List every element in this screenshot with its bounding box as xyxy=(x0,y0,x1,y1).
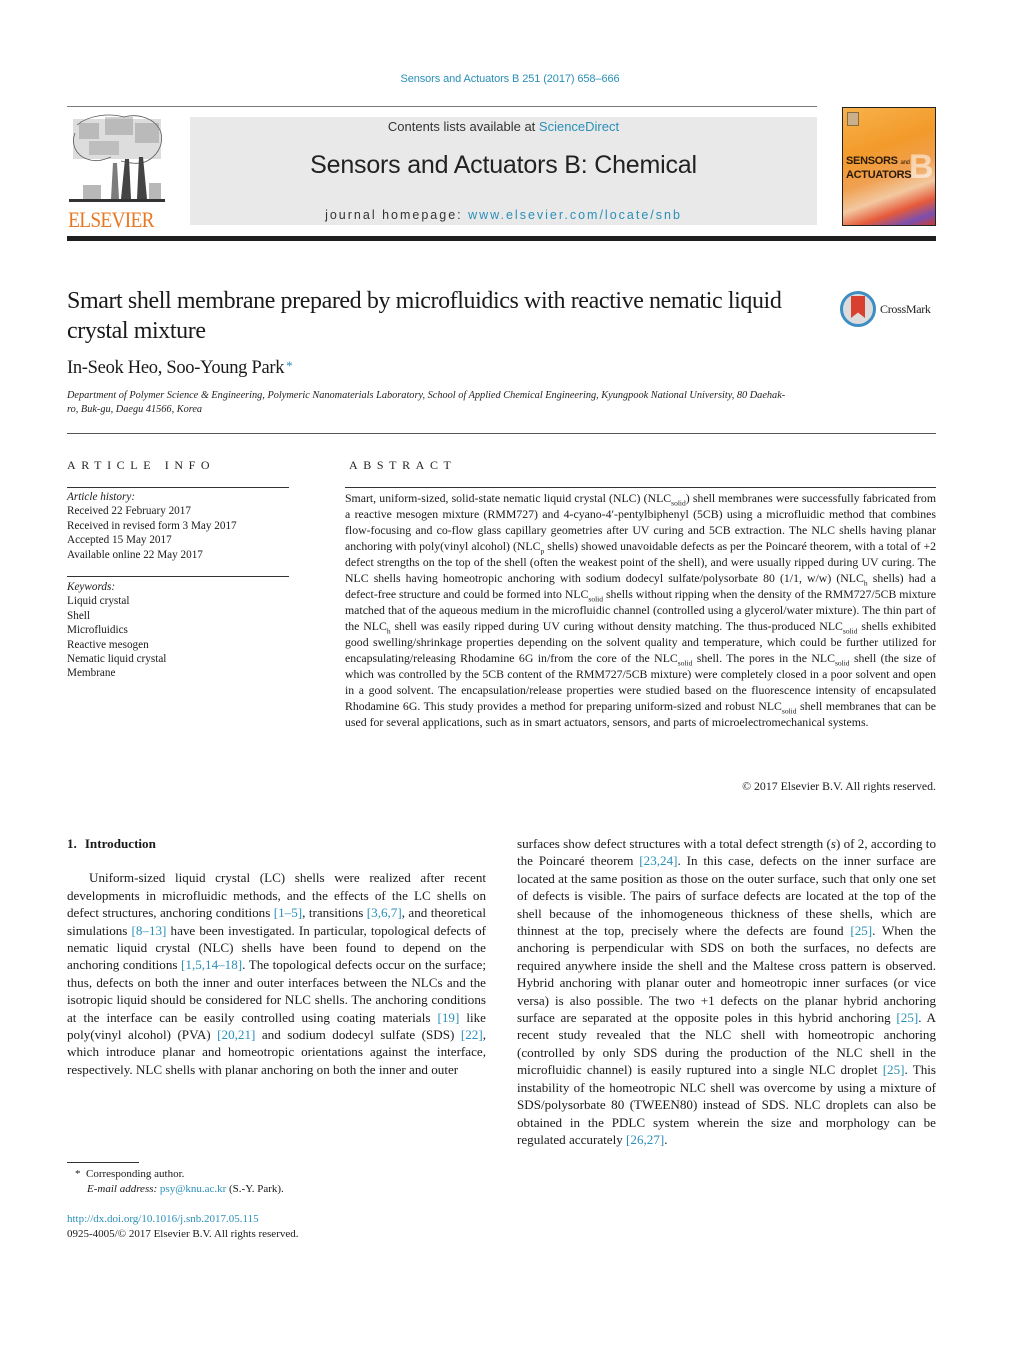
keywords-divider xyxy=(67,576,289,577)
citation-link[interactable]: [3,6,7] xyxy=(367,905,402,920)
citation-link[interactable]: [22] xyxy=(461,1027,483,1042)
abstract-segment: shell. The pores in the NLC xyxy=(692,651,835,665)
abstract-subscript: solid xyxy=(677,658,693,668)
text-run: . xyxy=(664,1131,668,1147)
footnote-marker: * xyxy=(75,1168,81,1180)
authors-text: In-Seok Heo, Soo-Young Park xyxy=(67,358,285,378)
journal-homepage-link[interactable]: www.elsevier.com/locate/snb xyxy=(468,208,682,222)
contents-prefix: Contents lists available at xyxy=(387,119,539,134)
paper-title: Smart shell membrane prepared by microfl… xyxy=(67,288,782,344)
citation-link[interactable]: [1–5] xyxy=(274,905,302,920)
top-divider xyxy=(67,106,817,107)
cover-title-line2: ACTUATORS xyxy=(846,169,912,181)
doi-link[interactable]: http://dx.doi.org/10.1016/j.snb.2017.05.… xyxy=(67,1212,299,1227)
keywords-label: Keywords: xyxy=(67,581,116,593)
section-number: 1. xyxy=(67,836,77,851)
citation-link[interactable]: [8–13] xyxy=(132,923,167,938)
article-info-divider xyxy=(67,487,289,488)
crossmark-label: CrossMark xyxy=(880,302,931,316)
abstract-subscript: solid xyxy=(834,658,850,668)
abstract-subscript: solid xyxy=(781,706,797,716)
abstract-subscript: solid xyxy=(588,594,604,604)
author-list: In-Seok Heo, Soo-Young Park * xyxy=(67,358,293,379)
history-item: Received 22 February 2017 xyxy=(67,505,191,518)
corresponding-author-note: * Corresponding author. xyxy=(67,1167,467,1182)
corresponding-author-marker-link[interactable]: * xyxy=(286,358,293,373)
journal-reference-text[interactable]: Sensors and Actuators B 251 (2017) 658–6… xyxy=(400,73,619,85)
doi-block: http://dx.doi.org/10.1016/j.snb.2017.05.… xyxy=(67,1212,299,1242)
corresponding-author-label: Corresponding author. xyxy=(86,1168,185,1180)
sciencedirect-link[interactable]: ScienceDirect xyxy=(539,119,619,134)
text-run: , transitions xyxy=(302,905,367,921)
text-run: surfaces show defect structures with a t… xyxy=(517,836,831,851)
keyword-item: Shell xyxy=(67,609,90,622)
body-column-right: surfaces show defect structures with a t… xyxy=(517,835,936,1148)
abstract-heading: ABSTRACT xyxy=(349,458,457,472)
journal-reference-link[interactable]: Sensors and Actuators B 251 (2017) 658–6… xyxy=(0,73,1020,85)
intro-paragraph: Uniform-sized liquid crystal (LC) shells… xyxy=(67,869,486,1078)
abstract-text: Smart, uniform-sized, solid-state nemati… xyxy=(345,490,936,730)
elsevier-logo[interactable]: ELSEVIER xyxy=(67,113,167,232)
citation-link[interactable]: [25] xyxy=(883,1062,905,1077)
abstract-copyright: © 2017 Elsevier B.V. All rights reserved… xyxy=(742,779,936,793)
homepage-prefix: journal homepage: xyxy=(325,208,469,222)
keyword-item: Reactive mesogen xyxy=(67,638,149,651)
crossmark-button[interactable]: CrossMark xyxy=(840,290,940,330)
footnote-divider xyxy=(67,1162,139,1163)
keyword-item: Microfluidics xyxy=(67,624,128,637)
email-suffix: (S.-Y. Park). xyxy=(226,1183,284,1195)
intro-paragraph-continued: surfaces show defect structures with a t… xyxy=(517,835,936,1148)
article-history: Article history: Received 22 February 20… xyxy=(67,490,289,562)
text-run: . When the anchoring is perpendicular wi… xyxy=(517,923,936,1026)
abstract-subscript: solid xyxy=(671,498,686,508)
section-title: Introduction xyxy=(84,836,156,851)
citation-link[interactable]: [25] xyxy=(850,923,872,938)
article-info-heading: ARTICLE INFO xyxy=(67,458,216,472)
cover-letter: B xyxy=(909,148,934,186)
cover-title: SENSORS and ACTUATORS xyxy=(846,155,912,181)
history-item: Received in revised form 3 May 2017 xyxy=(67,519,237,532)
elsevier-tree-icon xyxy=(69,114,165,202)
footnote: * Corresponding author. E-mail address: … xyxy=(67,1167,467,1197)
journal-header-box: Contents lists available at ScienceDirec… xyxy=(190,117,817,225)
elsevier-wordmark: ELSEVIER xyxy=(68,207,154,232)
body-column-left: 1. Introduction Uniform-sized liquid crys… xyxy=(67,835,486,1078)
cover-elsevier-badge-icon xyxy=(847,112,859,126)
journal-title: Sensors and Actuators B: Chemical xyxy=(310,151,697,179)
email-link[interactable]: psy@knu.ac.kr xyxy=(160,1183,226,1195)
journal-homepage-line: journal homepage: www.elsevier.com/locat… xyxy=(190,208,817,222)
issn-copyright-line: 0925-4005/© 2017 Elsevier B.V. All right… xyxy=(67,1228,299,1240)
abstract-segment: shell was easily ripped during UV curing… xyxy=(390,619,843,633)
citation-link[interactable]: [26,27] xyxy=(626,1132,664,1147)
email-label: E-mail address: xyxy=(87,1183,158,1195)
keyword-item: Membrane xyxy=(67,667,116,680)
cover-title-and: and xyxy=(900,160,910,166)
citation-link[interactable]: [20,21] xyxy=(217,1027,255,1042)
section-divider xyxy=(67,433,936,434)
abstract-subscript: solid xyxy=(842,626,858,636)
affiliation: Department of Polymer Science & Engineer… xyxy=(67,390,786,415)
citation-link[interactable]: [23,24] xyxy=(639,853,677,868)
history-item: Available online 22 May 2017 xyxy=(67,548,203,561)
abstract-divider xyxy=(345,487,936,488)
header-thick-divider xyxy=(67,236,936,241)
cover-title-line1: SENSORS xyxy=(846,155,898,167)
abstract-segment: Smart, uniform-sized, solid-state nemati… xyxy=(345,491,672,505)
citation-link[interactable]: [19] xyxy=(438,1010,460,1025)
citation-link[interactable]: [1,5,14–18] xyxy=(181,957,242,972)
section-heading-introduction: 1. Introduction xyxy=(67,835,486,852)
citation-link[interactable]: [25] xyxy=(896,1010,918,1025)
keywords: Keywords: Liquid crystal Shell Microflui… xyxy=(67,580,289,681)
keyword-item: Liquid crystal xyxy=(67,595,130,608)
email-line: E-mail address: psy@knu.ac.kr (S.-Y. Par… xyxy=(67,1182,467,1197)
keyword-item: Nematic liquid crystal xyxy=(67,653,167,666)
article-history-label: Article history: xyxy=(67,491,136,503)
text-run: and sodium dodecyl sulfate (SDS) xyxy=(255,1027,461,1043)
contents-available-line: Contents lists available at ScienceDirec… xyxy=(190,119,817,134)
journal-cover-image[interactable]: B SENSORS and ACTUATORS xyxy=(842,107,936,226)
history-item: Accepted 15 May 2017 xyxy=(67,534,172,547)
